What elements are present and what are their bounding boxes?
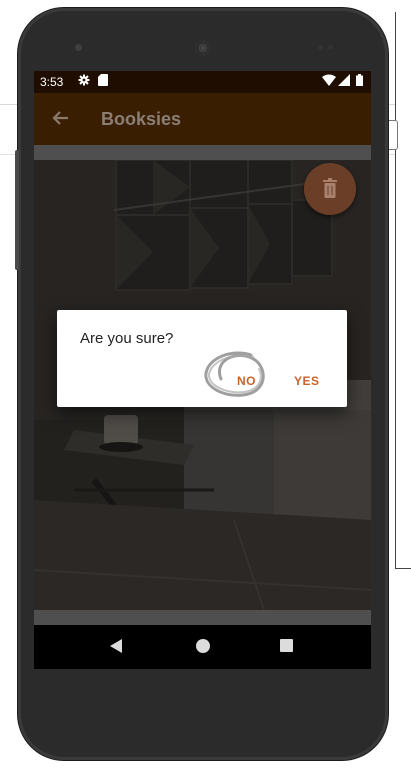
dialog-message: Are you sure? bbox=[80, 330, 174, 347]
pencil-circle-annotation bbox=[204, 351, 265, 397]
gear-icon bbox=[78, 74, 90, 89]
sd-card-icon bbox=[98, 74, 108, 89]
delete-fab[interactable] bbox=[304, 163, 356, 215]
app-bar: Booksies bbox=[34, 93, 371, 145]
recents-square-icon[interactable] bbox=[280, 639, 293, 652]
confirm-dialog: Are you sure? NO YES bbox=[57, 310, 347, 407]
phone-side-button bbox=[15, 150, 19, 270]
system-nav-bar bbox=[34, 625, 371, 669]
no-button[interactable]: NO bbox=[237, 374, 256, 388]
app-title: Booksies bbox=[101, 109, 182, 129]
earpiece-speaker bbox=[195, 40, 211, 56]
status-time: 3:53 bbox=[40, 75, 64, 89]
device-screen: 3:53 Booksies Are you sure? NO YES bbox=[34, 71, 371, 669]
front-camera bbox=[75, 44, 82, 51]
back-triangle-icon[interactable] bbox=[110, 639, 122, 653]
yes-button[interactable]: YES bbox=[294, 374, 320, 388]
home-circle-icon[interactable] bbox=[196, 639, 210, 653]
background-panel bbox=[395, 12, 411, 569]
battery-icon bbox=[356, 74, 363, 89]
signal-icon bbox=[338, 74, 350, 89]
proximity-sensor bbox=[318, 45, 323, 50]
arrow-left-icon[interactable] bbox=[48, 105, 74, 131]
trash-icon bbox=[323, 178, 337, 198]
light-sensor bbox=[328, 45, 333, 50]
wifi-icon bbox=[322, 74, 336, 89]
status-bar: 3:53 bbox=[34, 71, 371, 93]
